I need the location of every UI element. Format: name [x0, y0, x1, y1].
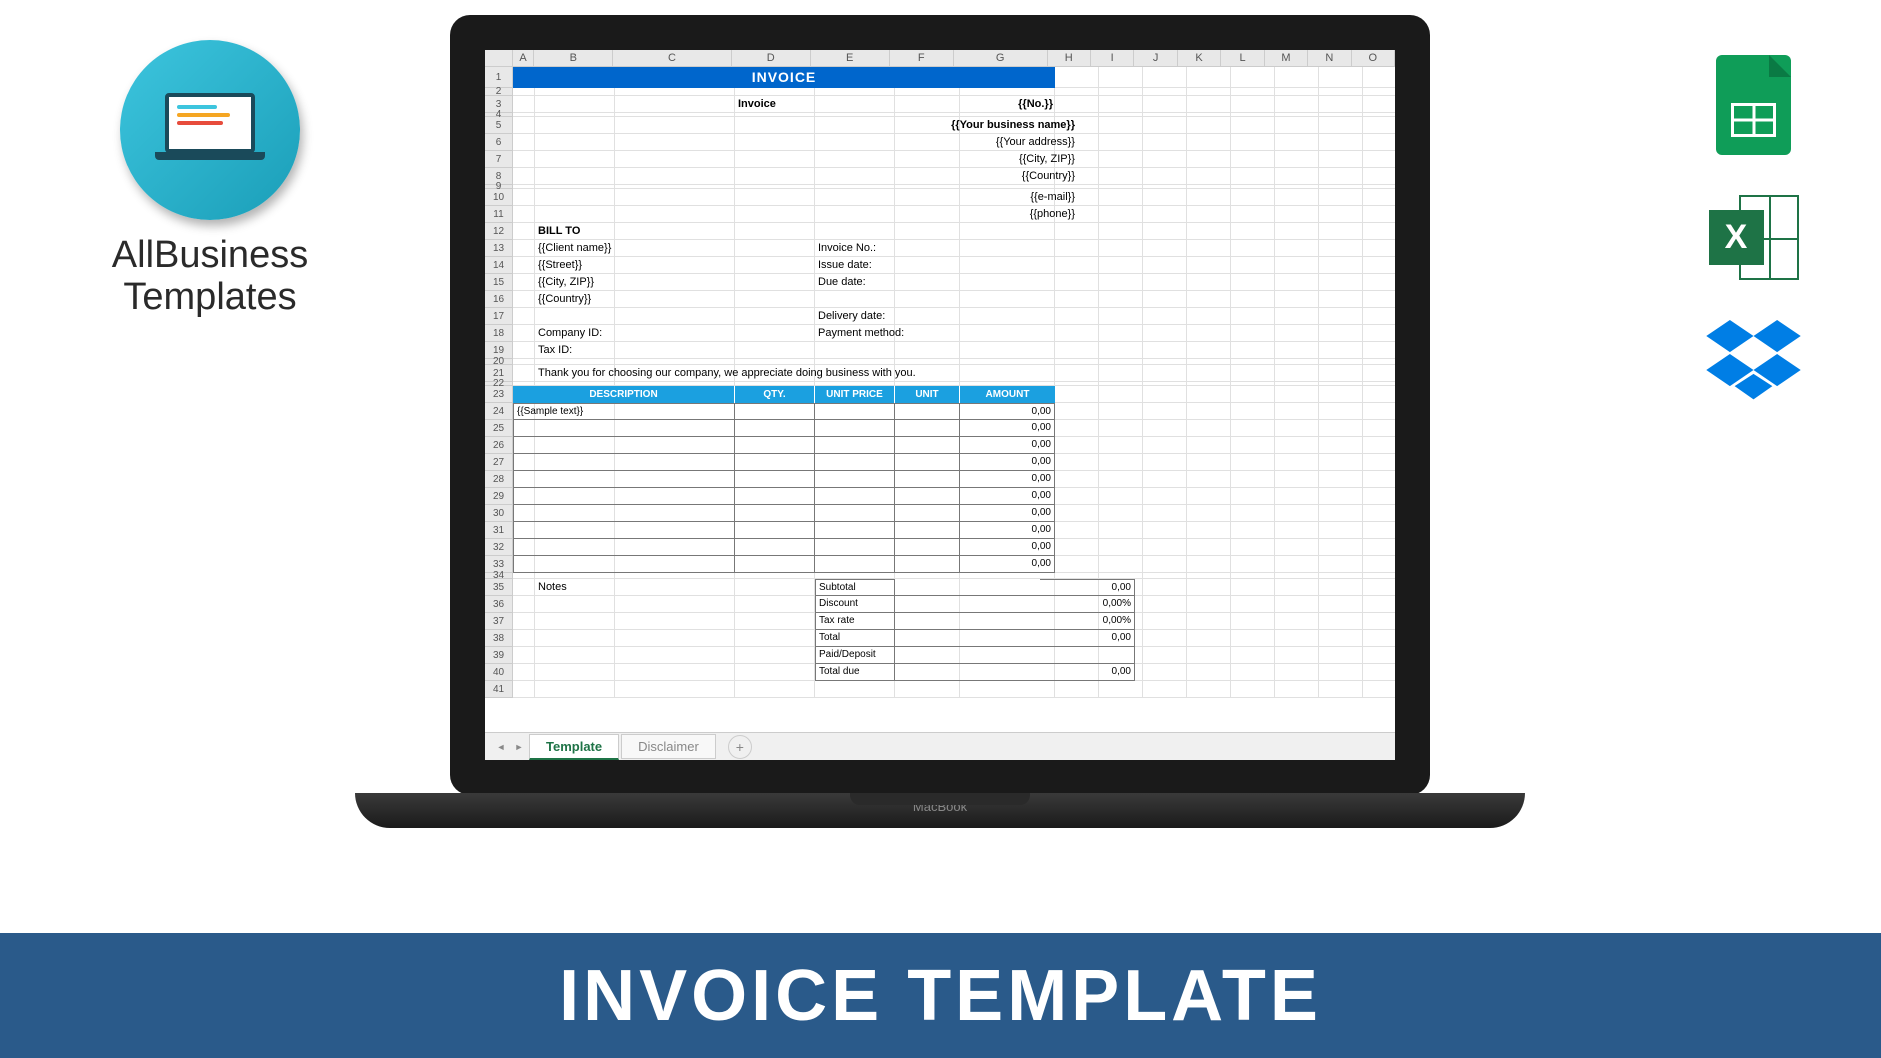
logo-circle-icon: [120, 40, 300, 220]
tab-nav-next-icon[interactable]: ►: [511, 739, 527, 755]
add-sheet-button[interactable]: +: [728, 735, 752, 759]
dropbox-icon[interactable]: [1706, 320, 1801, 405]
footer-banner: INVOICE TEMPLATE: [0, 933, 1881, 1058]
laptop-base: MacBook: [355, 793, 1525, 828]
laptop-mockup: A B C D E F G H I J K L M N O 1234567891…: [355, 15, 1525, 885]
tab-nav-prev-icon[interactable]: ◄: [493, 739, 509, 755]
brand-name: AllBusiness Templates: [80, 235, 340, 319]
app-icons-column: X: [1706, 55, 1801, 405]
tab-disclaimer[interactable]: Disclaimer: [621, 734, 716, 759]
sheet-tabs: ◄ ► Template Disclaimer +: [485, 732, 1395, 760]
footer-title: INVOICE TEMPLATE: [559, 955, 1322, 1037]
tab-template[interactable]: Template: [529, 734, 619, 760]
excel-icon[interactable]: X: [1709, 195, 1799, 280]
google-sheets-icon[interactable]: [1716, 55, 1791, 155]
brand-logo: AllBusiness Templates: [80, 40, 340, 319]
column-headers[interactable]: A B C D E F G H I J K L M N O: [485, 50, 1395, 67]
spreadsheet-screen: A B C D E F G H I J K L M N O 1234567891…: [485, 50, 1395, 760]
spreadsheet-grid[interactable]: 1234567891011121314151617181920212223242…: [485, 67, 1395, 732]
